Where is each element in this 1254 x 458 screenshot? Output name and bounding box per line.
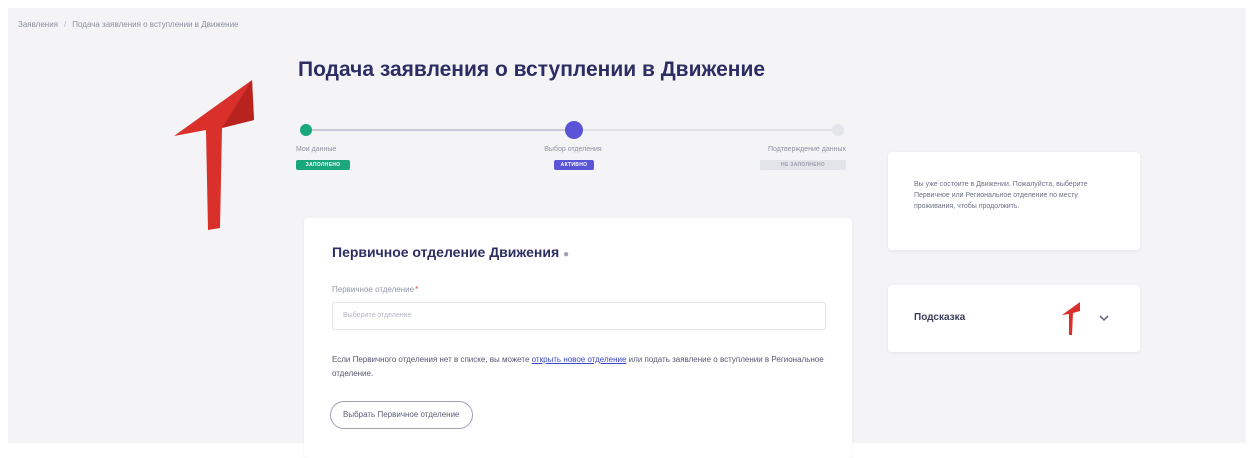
info-icon[interactable]: ● <box>563 249 569 260</box>
field-label: Первичное отделение* <box>332 285 418 294</box>
hint-title: Подсказка <box>914 312 966 323</box>
breadcrumb-current: Подача заявления о вступлении в Движение <box>72 20 239 29</box>
status-badge: НЕ ЗАПОЛНЕНО <box>760 160 846 170</box>
step-label: Мои данные <box>296 146 337 153</box>
status-badge: АКТИВНО <box>554 160 594 170</box>
info-card: Вы уже состоите в Движении. Пожалуйста, … <box>888 152 1140 250</box>
step-dot-pending <box>832 124 844 136</box>
chevron-down-icon[interactable] <box>1098 314 1110 322</box>
step-label: Выбор отделения <box>544 146 602 153</box>
annotation-arrow-small-icon <box>1062 302 1080 335</box>
note-text: Если Первичного отделения нет в списке, … <box>332 355 532 364</box>
form-title-text: Первичное отделение Движения <box>332 244 560 260</box>
branch-form-card: Первичное отделение Движения ● Первичное … <box>304 218 852 458</box>
step-dot-active <box>565 121 583 139</box>
choose-branch-button[interactable]: Выбрать Первичное отделение <box>330 401 473 429</box>
info-text: Вы уже состоите в Движении. Пожалуйста, … <box>914 181 1088 210</box>
page-title: Подача заявления о вступлении в Движение <box>298 58 766 81</box>
status-badge: ЗАПОЛНЕНО <box>296 160 350 170</box>
open-new-branch-link[interactable]: открыть новое отделение <box>532 355 627 364</box>
annotation-arrow-icon <box>174 80 254 230</box>
step-label: Подтверждение данных <box>767 146 846 153</box>
hint-accordion[interactable]: Подсказка <box>888 285 1140 352</box>
branch-select[interactable]: Выберите отделение <box>332 302 826 330</box>
form-title: Первичное отделение Движения ● <box>332 244 569 260</box>
branch-note: Если Первичного отделения нет в списке, … <box>332 353 832 381</box>
breadcrumb-link-applications[interactable]: Заявления <box>18 20 58 29</box>
stepper-track-done <box>306 129 568 131</box>
progress-stepper: Мои данные ЗАПОЛНЕНО Выбор отделения АКТ… <box>296 118 846 178</box>
breadcrumb-separator: / <box>64 20 67 29</box>
field-label-text: Первичное отделение <box>332 285 415 294</box>
breadcrumb: Заявления / Подача заявления о вступлении … <box>18 20 239 29</box>
required-mark: * <box>415 285 419 294</box>
page-background: Заявления / Подача заявления о вступлении … <box>8 8 1246 458</box>
step-dot-done <box>300 124 312 136</box>
